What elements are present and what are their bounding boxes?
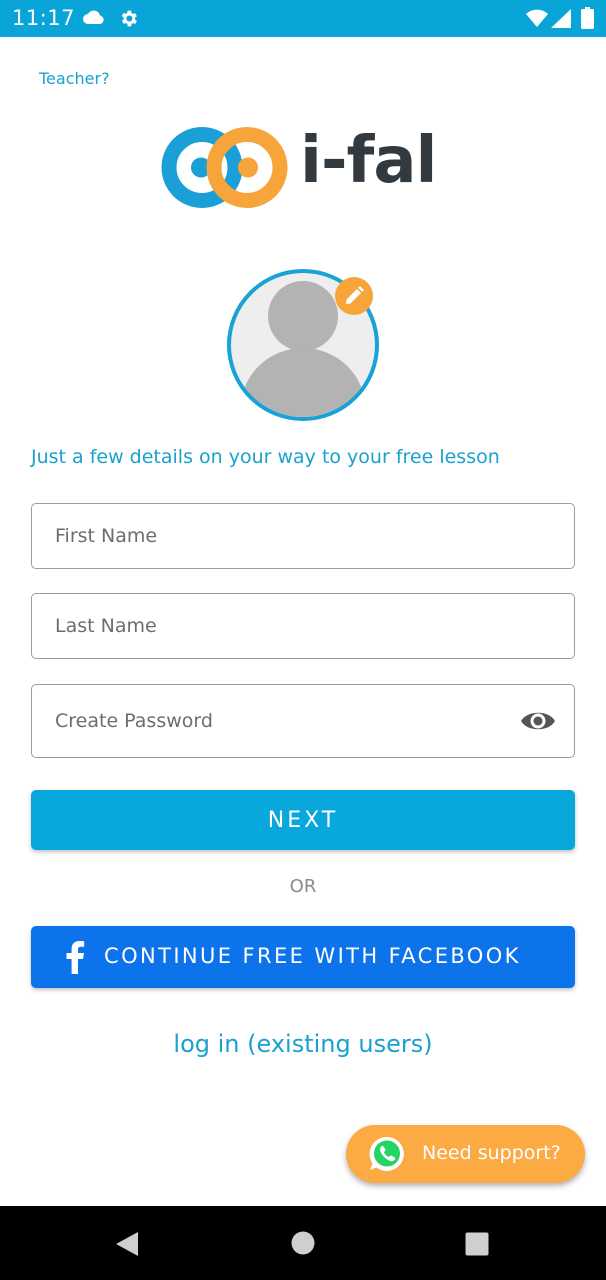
support-label: Need support? (422, 1142, 561, 1164)
first-name-input[interactable] (55, 504, 515, 568)
whatsapp-icon (369, 1136, 404, 1171)
cloud-icon (83, 9, 105, 29)
pencil-icon[interactable] (335, 277, 373, 315)
home-icon[interactable] (291, 1231, 315, 1255)
teacher-link[interactable]: Teacher? (39, 69, 110, 88)
recents-icon[interactable] (465, 1232, 489, 1256)
battery-icon (581, 7, 594, 33)
or-divider: OR (289, 876, 317, 897)
login-link[interactable]: log in (existing users) (0, 1030, 606, 1058)
gear-icon (118, 8, 139, 33)
status-bar: 11:17 (0, 0, 606, 37)
last-name-field[interactable] (31, 593, 575, 659)
next-button[interactable]: NEXT (31, 790, 575, 850)
password-field[interactable] (31, 684, 575, 758)
facebook-icon (66, 941, 85, 974)
signal-icon (551, 9, 571, 32)
eye-icon[interactable] (520, 708, 556, 734)
logo-text: i-fal (300, 124, 437, 198)
password-input[interactable] (55, 685, 515, 757)
facebook-button-label: CONTINUE FREE WITH FACEBOOK (104, 944, 521, 968)
support-button[interactable]: Need support? (346, 1125, 585, 1183)
wifi-icon (526, 9, 548, 31)
navigation-bar (0, 1206, 606, 1280)
status-time: 11:17 (12, 6, 76, 30)
first-name-field[interactable] (31, 503, 575, 569)
back-icon[interactable] (115, 1231, 139, 1257)
tagline: Just a few details on your way to your f… (31, 446, 500, 468)
last-name-input[interactable] (55, 594, 515, 658)
facebook-button[interactable]: CONTINUE FREE WITH FACEBOOK (31, 926, 575, 988)
logo-mark-icon (161, 127, 288, 208)
